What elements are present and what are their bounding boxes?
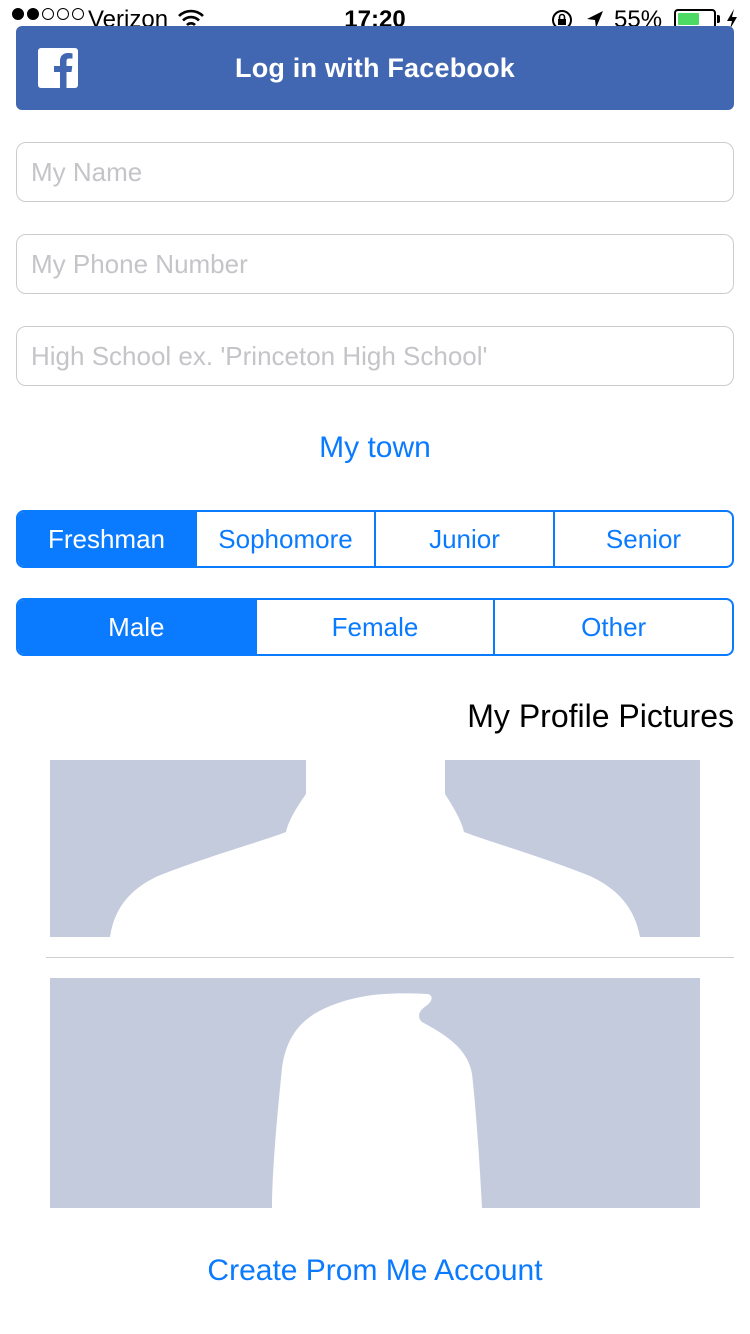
town-button[interactable]: My town [0,428,750,468]
high-school-field[interactable] [16,326,734,386]
battery-tip [717,15,720,23]
grade-segmented-control: Freshman Sophomore Junior Senior [16,510,734,568]
segment-other[interactable]: Other [493,600,732,654]
segment-male[interactable]: Male [18,600,255,654]
facebook-login-button[interactable]: Log in with Facebook [16,26,734,110]
name-field[interactable] [16,142,734,202]
segment-junior[interactable]: Junior [374,512,553,566]
profile-picture-slot-1[interactable] [50,760,700,937]
gender-segmented-control: Male Female Other [16,598,734,656]
phone-number-field[interactable] [16,234,734,294]
avatar-silhouette-icon [272,993,482,1208]
create-account-button[interactable]: Create Prom Me Account [0,1250,750,1292]
segment-senior[interactable]: Senior [553,512,732,566]
segment-freshman[interactable]: Freshman [18,512,195,566]
profile-picture-slot-2[interactable] [50,978,700,1208]
segment-female[interactable]: Female [254,600,494,654]
facebook-login-label: Log in with Facebook [235,53,515,83]
divider [46,957,734,958]
profile-pictures-heading: My Profile Pictures [467,698,734,734]
avatar-silhouette-icon [110,760,640,937]
segment-sophomore[interactable]: Sophomore [195,512,374,566]
